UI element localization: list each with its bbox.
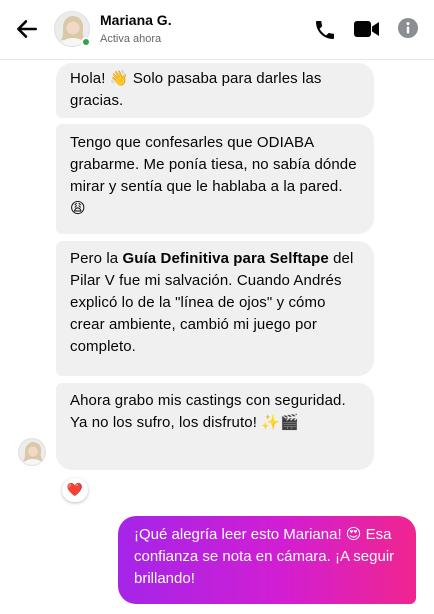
video-camera-icon[interactable] <box>354 20 380 38</box>
heart-reaction[interactable]: ❤️ <box>62 478 88 502</box>
contact-avatar-wrap[interactable] <box>54 11 91 47</box>
contact-status: Activa ahora <box>100 33 162 45</box>
phone-icon[interactable] <box>313 18 337 42</box>
message-text: Pero la <box>70 250 123 267</box>
incoming-message[interactable]: Tengo que confesarles que ODIABA grabarm… <box>56 124 374 234</box>
sender-avatar[interactable] <box>18 438 46 466</box>
outgoing-message[interactable]: ¡Qué alegría leer esto Mariana! 😍 Esa co… <box>118 516 416 604</box>
contact-name[interactable]: Mariana G. <box>100 12 172 28</box>
arrow-back-icon[interactable] <box>14 16 40 42</box>
incoming-message[interactable]: Ahora grabo mis castings con seguridad. … <box>56 383 374 470</box>
message-bold-text: Guía Definitiva para Selftape <box>122 250 329 267</box>
online-status-dot <box>81 37 91 47</box>
info-icon[interactable] <box>398 18 418 38</box>
incoming-message[interactable]: Pero la Guía Definitiva para Selftape de… <box>56 241 374 376</box>
chat-header: Mariana G. Activa ahora <box>0 0 434 60</box>
incoming-message[interactable]: Hola! 👋 Solo pasaba para darles las grac… <box>56 63 374 118</box>
